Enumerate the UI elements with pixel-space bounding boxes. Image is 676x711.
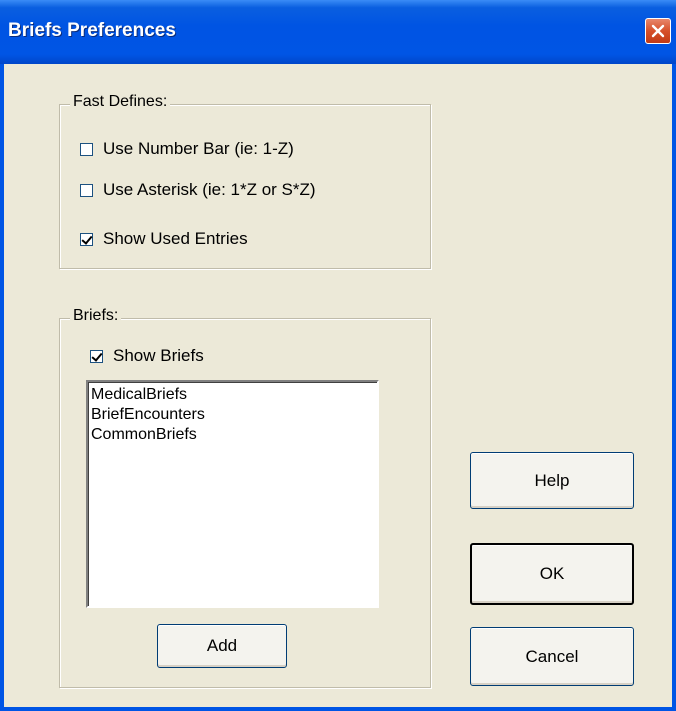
fast-defines-group: Fast Defines: Use Number Bar (ie: 1-Z) U…	[59, 93, 431, 269]
window-border-bottom	[0, 707, 676, 711]
fast-defines-label: Fast Defines:	[70, 93, 171, 111]
dialog-window: Briefs Preferences Fast Defines: Use Num…	[0, 0, 676, 711]
list-item[interactable]: MedicalBriefs	[91, 385, 374, 405]
use-asterisk-option[interactable]: Use Asterisk (ie: 1*Z or S*Z)	[80, 180, 316, 200]
close-button[interactable]	[645, 18, 671, 44]
use-number-bar-option[interactable]: Use Number Bar (ie: 1-Z)	[80, 139, 294, 159]
use-asterisk-checkbox[interactable]	[80, 183, 93, 197]
briefs-group: Briefs: Show Briefs MedicalBriefs BriefE…	[59, 307, 431, 688]
window-border-right	[672, 64, 676, 711]
show-briefs-label: Show Briefs	[113, 346, 204, 365]
title-bar[interactable]: Briefs Preferences	[0, 0, 676, 64]
briefs-label: Briefs:	[70, 307, 122, 325]
list-item[interactable]: BriefEncounters	[91, 405, 374, 425]
use-number-bar-checkbox[interactable]	[80, 142, 93, 156]
ok-button[interactable]: OK	[470, 543, 634, 605]
show-briefs-checkbox[interactable]	[90, 349, 103, 363]
list-item[interactable]: CommonBriefs	[91, 425, 374, 445]
close-icon	[651, 24, 665, 38]
show-used-entries-label: Show Used Entries	[103, 229, 248, 248]
help-button[interactable]: Help	[470, 452, 634, 509]
show-used-entries-option[interactable]: Show Used Entries	[80, 229, 248, 249]
window-title: Briefs Preferences	[8, 20, 176, 41]
add-button[interactable]: Add	[157, 624, 287, 668]
show-used-entries-checkbox[interactable]	[80, 232, 93, 246]
use-number-bar-label: Use Number Bar (ie: 1-Z)	[103, 139, 294, 158]
use-asterisk-label: Use Asterisk (ie: 1*Z or S*Z)	[103, 180, 316, 199]
show-briefs-option[interactable]: Show Briefs	[90, 346, 204, 366]
cancel-button[interactable]: Cancel	[470, 627, 634, 686]
briefs-listbox[interactable]: MedicalBriefs BriefEncounters CommonBrie…	[86, 380, 379, 608]
